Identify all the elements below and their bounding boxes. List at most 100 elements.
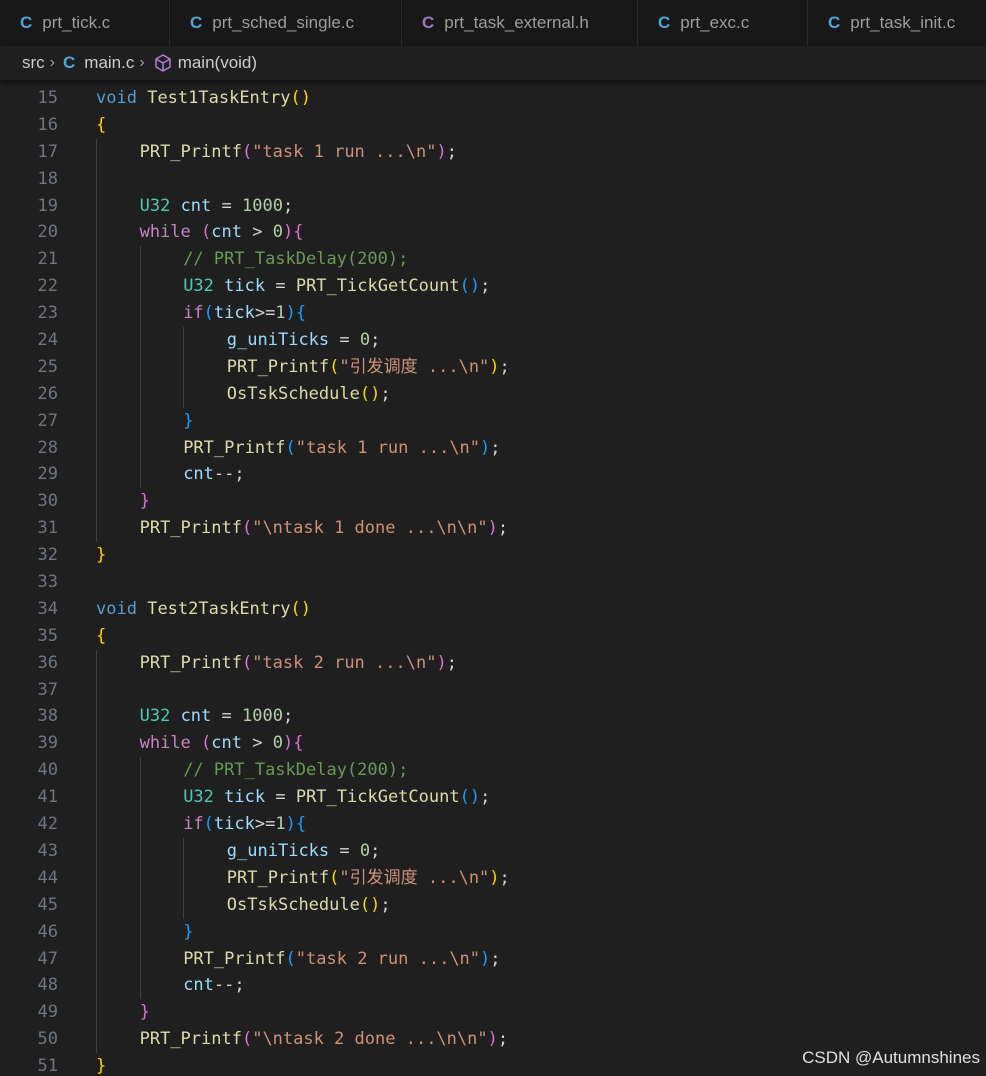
code-token: if <box>183 814 204 835</box>
line-number: 38 <box>37 706 58 727</box>
code-token: 1000 <box>242 195 283 216</box>
breadcrumb-folder[interactable]: src <box>22 53 45 73</box>
code-token: "task 2 run ...\n" <box>252 652 437 673</box>
indent-guide <box>96 1026 97 1054</box>
code-line[interactable]: 26 OsTskSchedule(); <box>0 380 986 408</box>
code-line[interactable]: 21 // PRT_TaskDelay(200); <box>0 246 986 274</box>
code-token: ) <box>282 222 294 243</box>
code-text: cnt--; <box>183 461 244 488</box>
tab-prt-tick[interactable]: C prt_tick.c <box>0 0 170 46</box>
code-text: } <box>183 408 193 435</box>
tab-prt-exc[interactable]: C prt_exc.c <box>638 0 808 46</box>
code-text: cnt--; <box>183 972 244 999</box>
code-token: { <box>293 733 304 754</box>
code-line[interactable]: 37 <box>0 676 986 704</box>
tab-prt-sched-single[interactable]: C prt_sched_single.c <box>170 0 402 46</box>
tab-prt-task-init[interactable]: C prt_task_init.c <box>808 0 986 46</box>
tab-prt-task-external[interactable]: C prt_task_external.h <box>402 0 638 46</box>
indent-guide <box>96 219 97 247</box>
code-line[interactable]: 39 while (cnt > 0){ <box>0 730 986 758</box>
code-line[interactable]: 28 PRT_Printf("task 1 run ...\n"); <box>0 434 986 462</box>
indent-guide <box>139 246 141 274</box>
code-line[interactable]: 15 void Test1TaskEntry() <box>0 85 986 112</box>
code-line[interactable]: 25 PRT_Printf("引发调度 ...\n"); <box>0 353 986 381</box>
code-line[interactable]: 40 // PRT_TaskDelay(200); <box>0 757 986 785</box>
code-token: ) <box>480 948 491 969</box>
code-token: ) <box>487 1029 498 1050</box>
code-line[interactable]: 22 U32 tick = PRT_TickGetCount(); <box>0 273 986 301</box>
breadcrumb-file[interactable]: main.c <box>84 53 134 73</box>
line-number: 33 <box>37 572 58 593</box>
code-line[interactable]: 18 <box>0 165 986 193</box>
code-line[interactable]: 24 g_uniTicks = 0; <box>0 327 986 354</box>
code-token: ( <box>203 303 214 324</box>
code-line[interactable]: 47 PRT_Printf("task 2 run ...\n"); <box>0 945 986 973</box>
indent-guide <box>96 864 97 892</box>
indent-guide <box>139 273 141 301</box>
code-line[interactable]: 23 if(tick>=1){ <box>0 300 986 328</box>
tab-label: prt_task_external.h <box>444 13 589 32</box>
code-token: "引发调度 ...\n" <box>339 867 490 888</box>
indent-guide <box>139 972 141 1000</box>
code-editor[interactable]: 15 void Test1TaskEntry() 16{17 PRT_Printf("… <box>0 85 986 1076</box>
line-number: 30 <box>37 491 58 512</box>
code-text: g_uniTicks = 0; <box>227 838 381 865</box>
code-line[interactable]: 19 U32 cnt = 1000; <box>0 192 986 220</box>
indent-guide <box>139 918 141 946</box>
line-number: 32 <box>37 545 58 566</box>
editor-tab-bar: C prt_tick.c C prt_sched_single.c C prt_… <box>0 0 986 46</box>
code-text: while (cnt > 0){ <box>140 730 304 757</box>
code-token: { <box>295 303 307 324</box>
code-line[interactable]: 27} <box>0 407 986 435</box>
indent-guide <box>96 353 97 381</box>
indent-guide <box>139 864 141 892</box>
code-line[interactable]: 45 OsTskSchedule(); <box>0 891 986 919</box>
code-line[interactable]: 42 if(tick>=1){ <box>0 811 986 838</box>
indent-guide <box>183 327 185 354</box>
code-token: ) <box>489 867 500 888</box>
code-line[interactable]: 44 PRT_Printf("引发调度 ...\n"); <box>0 864 986 892</box>
cube-icon <box>154 54 171 72</box>
indent-guide <box>96 300 97 328</box>
code-line[interactable]: 36 PRT_Printf("task 2 run ...\n"); <box>0 649 986 677</box>
code-line[interactable]: 49} <box>0 999 986 1027</box>
c-file-icon: C <box>63 53 76 72</box>
code-token: ; <box>446 141 457 162</box>
code-line[interactable]: 33 <box>0 569 986 596</box>
code-token: ; <box>490 437 501 458</box>
code-line[interactable]: 32} <box>0 542 986 569</box>
code-token: while <box>139 222 191 243</box>
code-token: tick <box>213 303 255 324</box>
code-text: PRT_Printf("\ntask 1 done ...\n\n"); <box>140 515 509 542</box>
code-token: () <box>359 383 381 404</box>
code-token: { <box>96 625 107 646</box>
code-token: if <box>183 303 204 324</box>
line-number: 51 <box>37 1056 58 1076</box>
line-number: 48 <box>37 975 58 996</box>
line-number: 16 <box>37 114 58 135</box>
tab-label: prt_tick.c <box>42 13 111 32</box>
code-line[interactable]: 38 U32 cnt = 1000; <box>0 703 986 731</box>
breadcrumb-symbol[interactable]: main(void) <box>178 53 257 73</box>
indent-guide <box>139 353 141 381</box>
line-number: 24 <box>37 330 58 351</box>
code-line[interactable]: 41 U32 tick = PRT_TickGetCount(); <box>0 784 986 812</box>
code-text: } <box>96 1053 106 1076</box>
code-line[interactable]: 17 PRT_Printf("task 1 run ...\n"); <box>0 138 986 166</box>
code-line[interactable]: 30} <box>0 488 986 516</box>
code-line[interactable]: 46} <box>0 918 986 946</box>
code-line[interactable]: 43 g_uniTicks = 0; <box>0 837 986 865</box>
code-text: while (cnt > 0){ <box>140 219 304 246</box>
code-line[interactable]: 35 { <box>0 623 986 650</box>
code-line[interactable]: 29 cnt--; <box>0 461 986 489</box>
code-line[interactable]: 20 while (cnt > 0){ <box>0 219 986 247</box>
code-token: ; <box>497 518 509 539</box>
line-number: 35 <box>37 625 58 646</box>
code-line[interactable]: 34 void Test2TaskEntry() <box>0 596 986 623</box>
code-token: Test2TaskEntry <box>147 598 291 619</box>
code-line[interactable]: 31 PRT_Printf("\ntask 1 done ...\n\n"); <box>0 515 986 543</box>
code-line[interactable]: 16 { <box>0 112 986 139</box>
indent-guide <box>96 273 97 301</box>
code-line[interactable]: 48 cnt--; <box>0 972 986 1000</box>
